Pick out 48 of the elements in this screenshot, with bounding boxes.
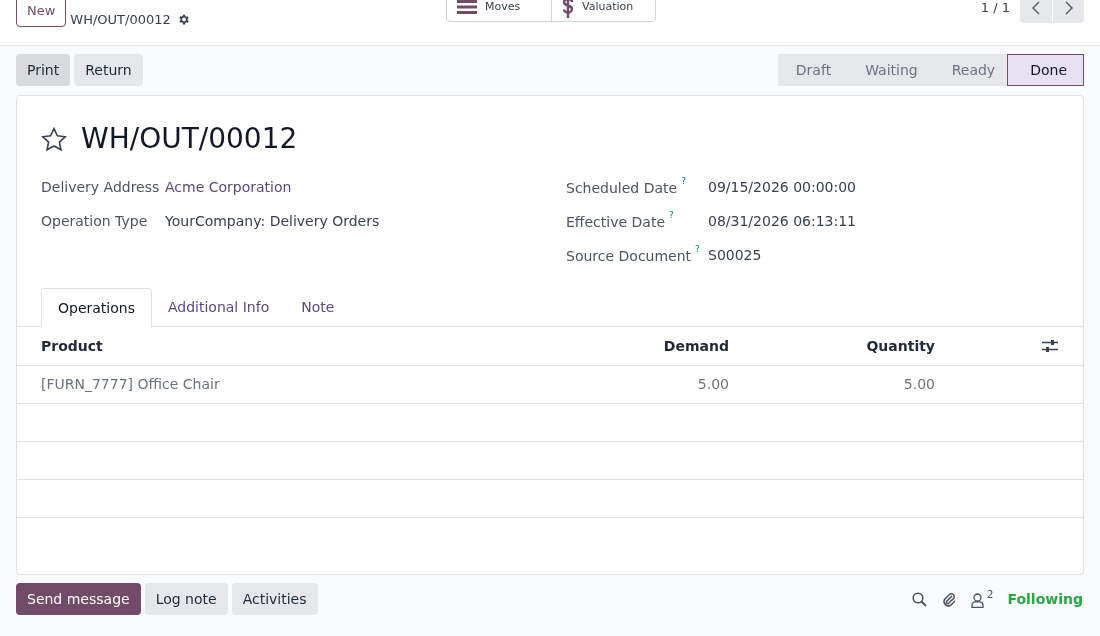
- field-value: 09/15/2026 00:00:00: [708, 177, 857, 197]
- chevron-left-icon: [1032, 0, 1040, 15]
- status-step[interactable]: Ready: [929, 54, 1008, 86]
- status-step[interactable]: Done: [1007, 54, 1084, 86]
- column-header[interactable]: Product: [41, 335, 541, 357]
- record-title: WH/OUT/00012: [81, 121, 298, 157]
- settings-sliders-icon[interactable]: [1042, 339, 1058, 353]
- field-label: Delivery Address: [41, 177, 161, 197]
- search-icon[interactable]: [912, 591, 928, 607]
- field-value: S00025: [708, 245, 762, 265]
- paperclip-icon[interactable]: [941, 590, 958, 608]
- help-icon[interactable]: ?: [669, 210, 674, 220]
- table-cell-text: 5.00: [902, 375, 935, 394]
- field-label: Source Document: [566, 246, 692, 266]
- chatter-button[interactable]: Log note: [144, 583, 228, 615]
- chatter-button[interactable]: Send message: [16, 583, 141, 615]
- status-step[interactable]: Draft: [777, 54, 844, 86]
- next-button[interactable]: [1052, 0, 1084, 23]
- tab[interactable]: Operations: [41, 288, 152, 328]
- followers-button[interactable]: 2: [971, 590, 994, 608]
- status-step[interactable]: Waiting: [843, 54, 930, 86]
- pager-value: 1 / 1: [980, 0, 1010, 17]
- table-cell-text: 5.00: [696, 375, 729, 394]
- chatter-button[interactable]: Activities: [231, 583, 318, 615]
- help-icon[interactable]: ?: [681, 176, 686, 186]
- field-value: 08/31/2026 06:13:11: [708, 211, 857, 231]
- field-label: Operation Type: [41, 211, 149, 231]
- field-label: Effective Date: [566, 212, 665, 232]
- action-button[interactable]: Print: [16, 54, 71, 86]
- column-header[interactable]: Quantity: [729, 335, 935, 357]
- column-header[interactable]: Demand: [541, 335, 729, 357]
- help-icon[interactable]: ?: [695, 244, 700, 254]
- smart-button[interactable]: Valuation: [551, 0, 655, 21]
- person-icon: [971, 593, 985, 608]
- field-value: YourCompany: Delivery Orders: [165, 211, 380, 231]
- dollar-icon: [562, 0, 574, 18]
- chevron-right-icon: [1064, 0, 1073, 15]
- tab[interactable]: Note: [285, 288, 351, 327]
- new-button[interactable]: New: [16, 0, 67, 27]
- action-button[interactable]: Return: [74, 54, 143, 86]
- tab[interactable]: Additional Info: [151, 288, 286, 327]
- table-cell-text: [FURN_7777] Office Chair: [41, 375, 221, 394]
- list-icon: [457, 0, 477, 14]
- record-name: WH/OUT/00012: [70, 11, 171, 29]
- smart-button[interactable]: Moves: [447, 0, 551, 21]
- field-link[interactable]: Acme Corporation: [165, 176, 292, 198]
- star-icon[interactable]: [41, 126, 67, 152]
- field-label: Scheduled Date: [566, 178, 678, 198]
